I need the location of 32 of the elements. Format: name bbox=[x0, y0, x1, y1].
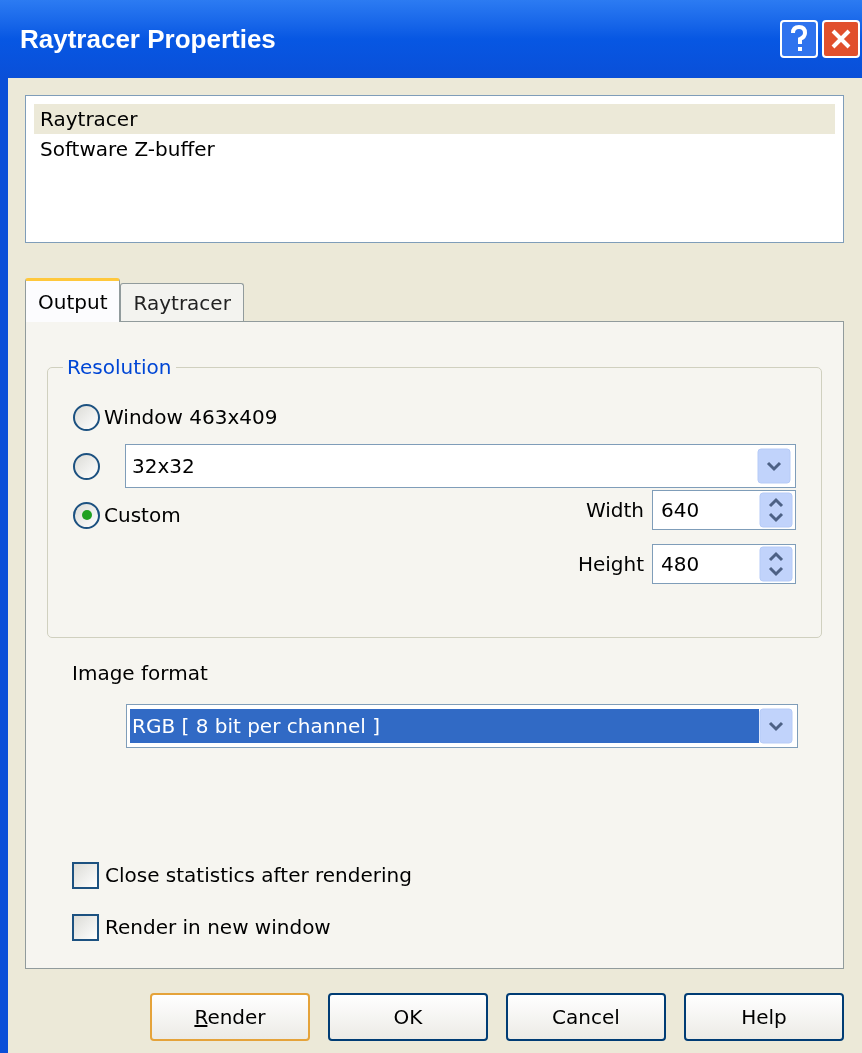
radio-button[interactable] bbox=[73, 452, 100, 480]
radio-label[interactable]: Custom bbox=[104, 500, 181, 530]
number-field[interactable]: 480 bbox=[652, 544, 796, 584]
dialog-button[interactable]: Help bbox=[684, 993, 844, 1041]
spinner-arrows-icon[interactable] bbox=[759, 546, 793, 582]
group-title: Resolution bbox=[66, 354, 173, 381]
spinner-arrows-icon[interactable] bbox=[759, 492, 793, 528]
tab[interactable]: Raytracer bbox=[120, 283, 244, 321]
radio-label[interactable]: Window 463x409 bbox=[104, 402, 278, 432]
image-format-label: Image format bbox=[72, 660, 209, 687]
list-item[interactable]: Software Z-buffer bbox=[34, 134, 835, 164]
size-dropdown[interactable]: 32x32 bbox=[125, 444, 796, 488]
close-icon bbox=[830, 28, 852, 50]
radio-button[interactable] bbox=[73, 403, 100, 431]
dialog-button[interactable]: Render bbox=[150, 993, 310, 1041]
help-button[interactable] bbox=[780, 20, 818, 58]
checkbox[interactable] bbox=[72, 861, 99, 889]
field-label: Height bbox=[577, 551, 644, 578]
field-label: Width bbox=[585, 497, 644, 524]
checkbox-label[interactable]: Render in new window bbox=[105, 912, 331, 942]
list-item[interactable]: Raytracer bbox=[34, 104, 835, 134]
dialog-button[interactable]: Cancel bbox=[506, 993, 666, 1041]
number-field[interactable]: 640 bbox=[652, 490, 796, 530]
window-title: Raytracer Properties bbox=[20, 22, 277, 56]
checkbox-label[interactable]: Close statistics after rendering bbox=[105, 860, 412, 890]
tab[interactable]: Output bbox=[25, 278, 121, 322]
close-button[interactable] bbox=[822, 20, 860, 58]
checkbox[interactable] bbox=[72, 913, 99, 941]
radio-button[interactable] bbox=[73, 501, 100, 529]
help-icon bbox=[790, 25, 808, 53]
image-format-dropdown[interactable]: RGB [ 8 bit per channel ] bbox=[126, 704, 798, 748]
dialog-button[interactable]: OK bbox=[328, 993, 488, 1041]
